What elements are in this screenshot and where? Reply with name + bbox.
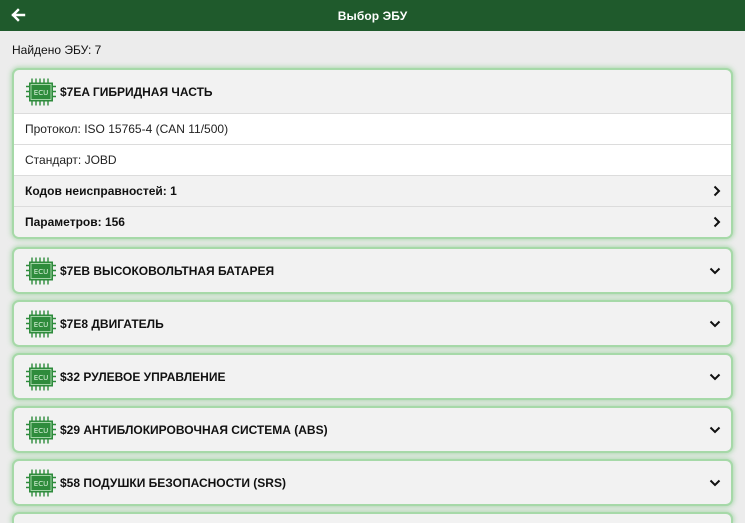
ecu-card-header[interactable]: ECU $7EA ГИБРИДНАЯ ЧАСТЬ (14, 70, 731, 113)
ecu-card-partial[interactable] (12, 512, 733, 523)
chevron-down-icon[interactable] (709, 477, 721, 489)
protocol-text: Протокол: ISO 15765-4 (CAN 11/500) (25, 122, 229, 136)
protocol-row: Протокол: ISO 15765-4 (CAN 11/500) (14, 113, 731, 144)
ecu-card[interactable]: ECU $7EA ГИБРИДНАЯ ЧАСТЬ Протокол: ISO 1… (12, 68, 733, 239)
ecu-card-header[interactable]: ECU $7EB ВЫСОКОВОЛЬТНАЯ БАТАРЕЯ (14, 249, 731, 292)
ecu-card-header[interactable]: ECU $7E8 ДВИГАТЕЛЬ (14, 302, 731, 345)
chevron-down-icon[interactable] (709, 371, 721, 383)
chevron-right-icon (713, 216, 721, 228)
ecu-name: $7EA ГИБРИДНАЯ ЧАСТЬ (60, 84, 213, 99)
ecu-chip-icon: ECU (26, 78, 56, 105)
svg-text:ECU: ECU (34, 480, 48, 488)
ecu-card-header[interactable]: ECU $32 РУЛЕВОЕ УПРАВЛЕНИЕ (14, 355, 731, 398)
standard-row: Стандарт: JOBD (14, 144, 731, 175)
ecu-card[interactable]: ECU $7E8 ДВИГАТЕЛЬ (12, 300, 733, 347)
ecu-count: Найдено ЭБУ: 7 (12, 43, 102, 57)
parameters-link[interactable]: Параметров: 156 (14, 206, 731, 237)
svg-text:ECU: ECU (34, 268, 48, 276)
page-title: Выбор ЭБУ (337, 8, 408, 23)
ecu-card-header[interactable]: ECU $29 АНТИБЛОКИРОВОЧНАЯ СИСТЕМА (ABS) (14, 408, 731, 451)
ecu-chip-icon: ECU (26, 363, 56, 390)
ecu-chip-icon: ECU (26, 310, 56, 337)
standard-text: Стандарт: JOBD (25, 153, 117, 167)
dtc-codes-label: Кодов неисправностей: 1 (25, 184, 177, 198)
ecu-name: $7E8 ДВИГАТЕЛЬ (60, 316, 164, 331)
ecu-name: $32 РУЛЕВОЕ УПРАВЛЕНИЕ (60, 369, 226, 384)
svg-text:ECU: ECU (34, 321, 48, 329)
ecu-card[interactable]: ECU $32 РУЛЕВОЕ УПРАВЛЕНИЕ (12, 353, 733, 400)
chevron-down-icon[interactable] (709, 318, 721, 330)
ecu-card[interactable]: ECU $29 АНТИБЛОКИРОВОЧНАЯ СИСТЕМА (ABS) (12, 406, 733, 453)
ecu-chip-icon: ECU (26, 469, 56, 496)
ecu-card-header[interactable]: ECU $58 ПОДУШКИ БЕЗОПАСНОСТИ (SRS) (14, 461, 731, 504)
svg-text:ECU: ECU (34, 89, 48, 97)
app-bar: Выбор ЭБУ (0, 0, 745, 31)
ecu-card[interactable]: ECU $58 ПОДУШКИ БЕЗОПАСНОСТИ (SRS) (12, 459, 733, 506)
svg-text:ECU: ECU (34, 374, 48, 382)
ecu-chip-icon: ECU (26, 416, 56, 443)
ecu-name: $58 ПОДУШКИ БЕЗОПАСНОСТИ (SRS) (60, 475, 286, 490)
parameters-label: Параметров: 156 (25, 215, 125, 229)
arrow-left-icon[interactable] (10, 7, 26, 23)
ecu-name: $7EB ВЫСОКОВОЛЬТНАЯ БАТАРЕЯ (60, 263, 275, 278)
chevron-down-icon[interactable] (709, 424, 721, 436)
svg-text:ECU: ECU (34, 427, 48, 435)
ecu-name: $29 АНТИБЛОКИРОВОЧНАЯ СИСТЕМА (ABS) (60, 422, 328, 437)
chevron-down-icon[interactable] (709, 265, 721, 277)
ecu-card[interactable]: ECU $7EB ВЫСОКОВОЛЬТНАЯ БАТАРЕЯ (12, 247, 733, 294)
dtc-codes-link[interactable]: Кодов неисправностей: 1 (14, 175, 731, 206)
chevron-right-icon (713, 185, 721, 197)
ecu-chip-icon: ECU (26, 257, 56, 284)
